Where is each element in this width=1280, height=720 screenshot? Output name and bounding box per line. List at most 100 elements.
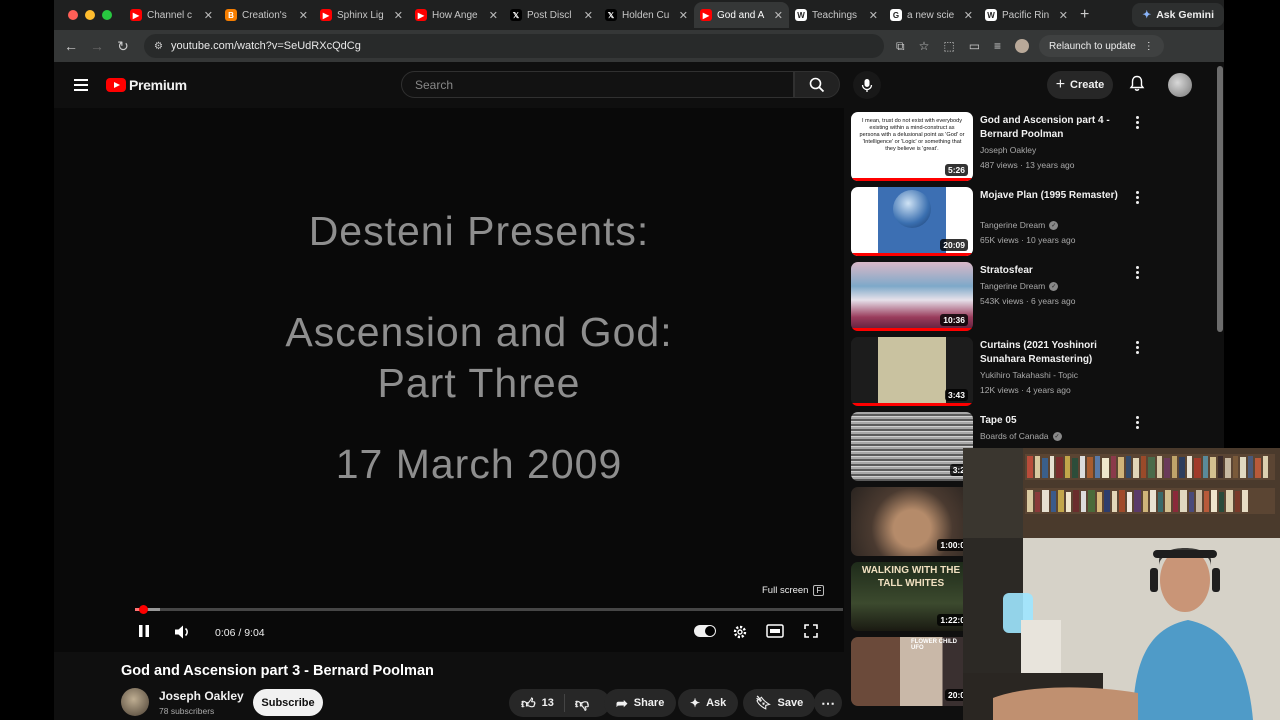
more-actions-button[interactable]: ⋯ (814, 689, 842, 717)
video-thumbnail[interactable]: FLOWER CHILD UFO 20:0 (851, 637, 973, 706)
browser-tab[interactable]: ▶ How Ange ✕ (409, 2, 504, 28)
more-menu-icon[interactable]: ⋮ (1144, 41, 1154, 52)
close-tab-icon[interactable]: ✕ (1059, 9, 1068, 22)
recommended-video[interactable]: I mean, trust do not exist with everybod… (851, 112, 1151, 182)
share-button[interactable]: ➦ Share (604, 689, 677, 717)
browser-tab[interactable]: W Pacific Rin ✕ (979, 2, 1074, 28)
more-options-icon[interactable] (1136, 266, 1140, 281)
dislike-button[interactable]: 👎︎ (565, 695, 599, 712)
back-icon[interactable]: ← (58, 38, 84, 54)
reading-list-icon[interactable]: ≡ (994, 39, 1001, 53)
more-options-icon[interactable] (1136, 341, 1140, 356)
like-button[interactable]: 👍︎ 13 (509, 694, 565, 712)
ask-button[interactable]: ✦ Ask (678, 689, 739, 717)
browser-tab[interactable]: Ga new scie ✕ (884, 2, 979, 28)
recommended-title[interactable]: Tape 05 (980, 414, 1130, 428)
progress-bar[interactable] (135, 605, 843, 614)
save-button[interactable]: 🔖︎ Save (743, 689, 816, 717)
verified-check-icon: ✓ (1049, 220, 1059, 230)
recommended-video[interactable]: 3:43 Curtains (2021 Yoshinori Sunahara Re… (851, 337, 1151, 407)
recommended-channel[interactable]: Boards of Canada ✓ (980, 431, 1062, 441)
recommended-channel[interactable]: Yukihiro Takahashi - Topic (980, 370, 1078, 380)
browser-tab[interactable]: 𝕏 Holden Cu ✕ (599, 2, 694, 28)
page-scrollbar[interactable] (1217, 66, 1223, 332)
channel-avatar[interactable] (121, 688, 149, 716)
bookmark-star-icon[interactable]: ☆ (919, 39, 930, 53)
ask-gemini-button[interactable]: ✦ Ask Gemini (1132, 3, 1224, 27)
create-button[interactable]: + Create (1047, 71, 1113, 99)
extensions-icon[interactable]: ⬚ (943, 39, 954, 53)
video-player[interactable]: Desteni Presents: Ascension and God: Par… (54, 108, 844, 652)
browser-tab[interactable]: B Creation's ✕ (219, 2, 314, 28)
recommended-meta: 65K views · 10 years ago (980, 235, 1076, 245)
video-thumbnail[interactable]: 20:09 (851, 187, 973, 256)
notifications-button[interactable] (1129, 75, 1145, 97)
recommended-title[interactable]: Mojave Plan (1995 Remaster) (980, 189, 1130, 203)
reload-icon[interactable]: ↻ (110, 38, 136, 55)
recommended-video[interactable]: 10:36 Stratosfear Tangerine Dream ✓ 543K vie… (851, 262, 1151, 332)
recommended-channel[interactable]: Tangerine Dream ✓ (980, 220, 1059, 230)
maximize-window-button[interactable] (102, 10, 112, 20)
search-button[interactable] (794, 71, 840, 98)
slide-line-2: Ascension and God: (285, 309, 673, 355)
recommended-title[interactable]: Stratosfear (980, 264, 1130, 278)
pause-icon[interactable] (138, 624, 150, 638)
theater-mode-icon[interactable] (766, 624, 784, 638)
autoplay-toggle[interactable] (694, 625, 716, 637)
close-tab-icon[interactable]: ✕ (204, 9, 213, 22)
account-avatar[interactable] (1168, 73, 1192, 97)
more-options-icon[interactable] (1136, 116, 1140, 131)
recommended-title[interactable]: God and Ascension part 4 - Bernard Poolm… (980, 114, 1130, 142)
address-bar[interactable]: ⚙ youtube.com/watch?v=SeUdRXcQdCg (144, 34, 884, 58)
fullscreen-tooltip-label: Full screen (762, 585, 809, 596)
relaunch-button[interactable]: Relaunch to update ⋮ (1039, 35, 1164, 57)
voice-search-button[interactable] (853, 71, 881, 99)
forward-icon[interactable]: → (84, 38, 110, 54)
guide-menu-icon[interactable] (74, 76, 88, 94)
gemini-sparkle-icon: ✦ (1142, 9, 1152, 21)
recommended-title[interactable]: Curtains (2021 Yoshinori Sunahara Remast… (980, 339, 1130, 367)
video-thumbnail[interactable]: 3:2 (851, 412, 973, 481)
video-thumbnail[interactable]: WALKING WITH THE TALL WHITES 1:22:0 (851, 562, 973, 631)
browser-tab[interactable]: W Teachings ✕ (789, 2, 884, 28)
recommended-channel[interactable]: Tangerine Dream ✓ (980, 281, 1059, 291)
subscribe-button[interactable]: Subscribe (253, 689, 323, 716)
settings-gear-icon[interactable] (732, 624, 748, 640)
site-info-icon[interactable]: ⚙ (154, 41, 163, 52)
more-options-icon[interactable] (1136, 416, 1140, 431)
recommended-channel[interactable]: Joseph Oakley (980, 145, 1036, 155)
browser-tab[interactable]: 𝕏 Post Discl ✕ (504, 2, 599, 28)
profile-avatar[interactable] (1015, 39, 1030, 53)
browser-tab[interactable]: ▶ Sphinx Lig ✕ (314, 2, 409, 28)
video-thumbnail[interactable]: 10:36 (851, 262, 973, 331)
install-app-icon[interactable]: ⧉ (896, 39, 905, 54)
minimize-window-button[interactable] (85, 10, 95, 20)
more-options-icon[interactable] (1136, 191, 1140, 206)
save-label: Save (777, 697, 804, 709)
youtube-logo[interactable]: Premium (106, 77, 187, 93)
close-window-button[interactable] (68, 10, 78, 20)
video-thumbnail[interactable]: I mean, trust do not exist with everybod… (851, 112, 973, 181)
recommended-video[interactable]: 20:09 Mojave Plan (1995 Remaster) Tangerin… (851, 187, 1151, 257)
search-input[interactable]: Search (401, 71, 794, 98)
volume-icon[interactable] (174, 624, 192, 640)
close-tab-icon[interactable]: ✕ (679, 9, 688, 22)
channel-name[interactable]: Joseph Oakley (159, 689, 244, 703)
close-tab-icon[interactable]: ✕ (869, 9, 878, 22)
search-placeholder: Search (415, 77, 454, 92)
close-tab-icon[interactable]: ✕ (774, 9, 783, 22)
new-tab-button[interactable]: + (1080, 6, 1089, 24)
split-view-icon[interactable]: ▭ (969, 39, 980, 53)
browser-tab[interactable]: ▶ Channel c ✕ (124, 2, 219, 28)
close-tab-icon[interactable]: ✕ (964, 9, 973, 22)
fullscreen-icon[interactable] (804, 624, 818, 638)
close-tab-icon[interactable]: ✕ (299, 9, 308, 22)
close-tab-icon[interactable]: ✕ (584, 9, 593, 22)
scrubber-handle[interactable] (138, 605, 148, 614)
close-tab-icon[interactable]: ✕ (394, 9, 403, 22)
browser-tab[interactable]: ▶ God and A ✕ (694, 2, 789, 28)
video-thumbnail[interactable]: 3:43 (851, 337, 973, 406)
video-thumbnail[interactable]: 1:00:0 (851, 487, 973, 556)
share-arrow-icon: ➦ (616, 694, 628, 711)
close-tab-icon[interactable]: ✕ (489, 9, 498, 22)
